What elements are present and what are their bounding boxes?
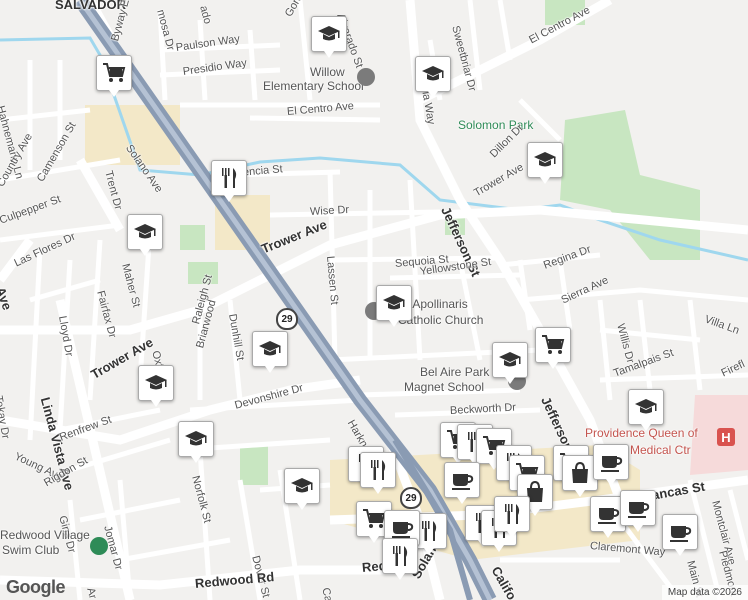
- school-icon: [497, 347, 523, 373]
- school-pin[interactable]: [492, 342, 528, 384]
- grocery-pin[interactable]: [382, 538, 418, 580]
- map-attribution: Map data ©2026: [661, 585, 748, 600]
- school-icon: [289, 473, 315, 499]
- cafe-pin[interactable]: [620, 490, 656, 532]
- map-canvas[interactable]: SALVADOR mosa Dr ado Gordon St Alvarado …: [0, 0, 748, 600]
- restaurant-icon: [499, 501, 525, 527]
- street-label: Wise Dr: [309, 203, 350, 218]
- restaurant-icon: [216, 165, 242, 191]
- restaurant-pin[interactable]: [211, 160, 247, 202]
- cafe-pin[interactable]: [444, 462, 480, 504]
- school-icon: [316, 21, 342, 47]
- school-pin[interactable]: [415, 56, 451, 98]
- route-29-shield: 29: [276, 308, 298, 330]
- school-pin[interactable]: [127, 214, 163, 256]
- restaurant-pin[interactable]: [494, 496, 530, 538]
- school-pin[interactable]: [178, 421, 214, 463]
- park-area: [180, 225, 205, 250]
- school-label: Magnet School: [404, 380, 485, 394]
- school-icon: [143, 370, 169, 396]
- club-label: Redwood Village: [0, 528, 90, 542]
- park-poi-icon[interactable]: [90, 537, 108, 555]
- school-poi-icon[interactable]: [357, 68, 375, 86]
- school-icon: [633, 394, 659, 420]
- school-icon: [132, 219, 158, 245]
- restaurant-pin[interactable]: [360, 452, 396, 494]
- school-icon: [532, 147, 558, 173]
- school-pin[interactable]: [628, 389, 664, 431]
- cafe-pin[interactable]: [662, 514, 698, 556]
- google-logo: Google: [6, 577, 66, 597]
- school-pin[interactable]: [376, 285, 412, 327]
- school-pin[interactable]: [311, 16, 347, 58]
- grocery-pin[interactable]: [535, 327, 571, 369]
- school-icon: [420, 61, 446, 87]
- grocery-icon: [540, 332, 566, 358]
- school-pin[interactable]: [252, 331, 288, 373]
- cafe-icon: [449, 467, 475, 493]
- cafe-icon: [667, 519, 693, 545]
- cafe-pin[interactable]: [593, 444, 629, 486]
- cafe-icon: [595, 501, 621, 527]
- school-icon: [381, 290, 407, 316]
- school-icon: [183, 426, 209, 452]
- route-29-shield: 29: [400, 487, 422, 509]
- park-area: [560, 110, 700, 260]
- school-label: Willow: [310, 65, 345, 79]
- school-label: Bel Aire Park: [420, 365, 490, 379]
- hospital-icon[interactable]: H: [717, 428, 735, 446]
- school-pin[interactable]: [527, 142, 563, 184]
- restaurant-icon: [387, 543, 413, 569]
- grocery-icon: [101, 60, 127, 86]
- cafe-icon: [598, 449, 624, 475]
- shopping-icon: [567, 460, 593, 486]
- school-pin[interactable]: [284, 468, 320, 510]
- park-area: [240, 445, 268, 485]
- grocery-pin[interactable]: [96, 55, 132, 97]
- restaurant-icon: [365, 457, 391, 483]
- school-icon: [257, 336, 283, 362]
- cafe-icon: [625, 495, 651, 521]
- hospital-label: Medical Ctr: [630, 443, 691, 457]
- club-label: Swim Club: [2, 543, 60, 557]
- neighborhood-label: SALVADOR: [55, 0, 127, 12]
- school-label: Elementary School: [263, 79, 364, 93]
- school-pin[interactable]: [138, 365, 174, 407]
